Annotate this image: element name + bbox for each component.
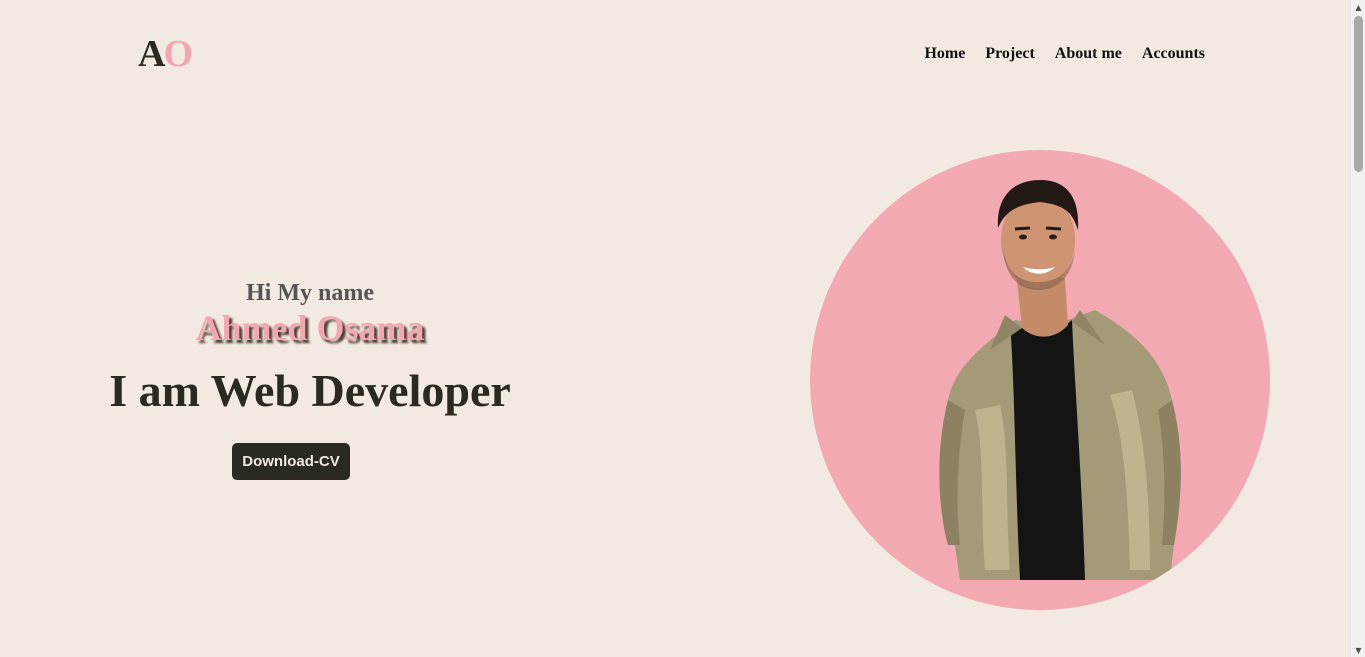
hero-greeting: Hi My name [246, 280, 374, 306]
logo-letter-a: A [138, 33, 165, 75]
hero-intro: Hi My name Ahmed Osama I am Web Develope… [60, 279, 560, 419]
nav-home-link[interactable]: Home [924, 44, 965, 64]
logo[interactable]: AO [138, 32, 193, 76]
main-nav: Home Project About me Accounts [924, 44, 1205, 64]
scroll-thumb[interactable] [1354, 16, 1363, 172]
portrait-circle [810, 150, 1270, 610]
logo-letter-o: O [163, 33, 193, 75]
hero-role: I am Web Developer [109, 365, 511, 416]
nav-accounts-link[interactable]: Accounts [1142, 44, 1205, 64]
page: AO Home Project About me Accounts Hi My … [0, 0, 1350, 657]
portrait-photo [939, 180, 1181, 580]
scroll-up-arrow-icon[interactable]: ▲ [1351, 0, 1365, 14]
hero-name: Ahmed Osama [195, 308, 425, 348]
download-cv-button[interactable]: Download-CV [232, 443, 350, 480]
nav-about-me-link[interactable]: About me [1055, 44, 1122, 64]
nav-project-link[interactable]: Project [985, 44, 1034, 64]
page-scrollbar[interactable]: ▲ ▼ [1350, 0, 1365, 657]
scroll-down-arrow-icon[interactable]: ▼ [1351, 643, 1365, 657]
